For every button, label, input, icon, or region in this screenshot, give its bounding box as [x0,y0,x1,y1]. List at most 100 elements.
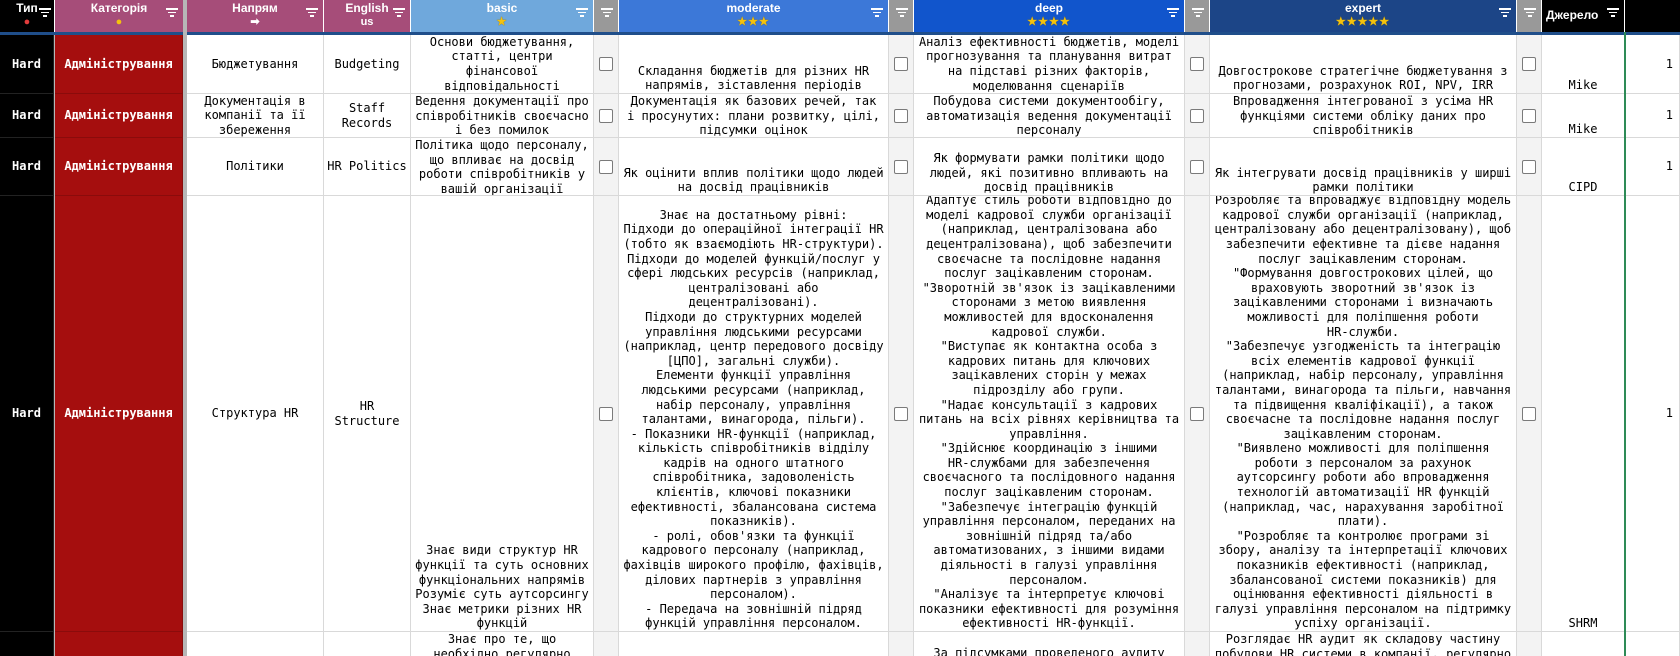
cell-expert[interactable]: Як інтегрувати досвід працівників у ширш… [1210,138,1517,196]
checkbox-cell[interactable] [1185,138,1210,196]
checkbox-cell[interactable] [889,94,914,138]
checkbox-cell[interactable] [889,35,914,94]
cell-english[interactable]: Staff Records [324,94,411,138]
header-english[interactable]: English us [324,0,410,32]
cell-english[interactable]: HR Structure [324,196,411,632]
cell-expert[interactable]: Розробляє та впроваджує відповідну модел… [1210,196,1517,632]
header-expert[interactable]: expert ★★★★★ [1210,0,1516,32]
checkbox[interactable] [894,57,908,71]
checkbox-cell[interactable] [889,196,914,632]
cell-category[interactable]: Адміністрування [55,35,183,94]
cell-english[interactable]: Budgeting [324,35,411,94]
cell-count[interactable]: 1 [1625,196,1680,632]
filter-icon[interactable] [601,8,613,18]
checkbox[interactable] [1522,406,1536,421]
checkbox-cell[interactable] [1517,35,1542,94]
cell-english[interactable] [324,632,411,656]
checkbox-cell[interactable] [1185,94,1210,138]
cell-moderate[interactable]: Складання бюджетів для різних HR напрямі… [619,35,889,94]
cell-basic[interactable]: Політика щодо персоналу, що впливає на д… [411,138,594,196]
cell-direction[interactable] [187,632,324,656]
cell-direction[interactable]: Структура HR [187,196,324,632]
checkbox-cell[interactable] [594,632,619,656]
header-moderate-check[interactable] [889,0,913,32]
cell-expert[interactable]: Довгострокове стратегічне бюджетування з… [1210,35,1517,94]
cell-basic[interactable]: Знає про те, що необхідно регулярно [411,632,594,656]
cell-expert[interactable]: Впровадження інтегрованої з усіма HR фун… [1210,94,1517,138]
checkbox[interactable] [1190,57,1204,71]
checkbox[interactable] [599,57,613,71]
filter-icon[interactable] [1524,8,1536,18]
cell-type[interactable]: Hard [0,196,54,632]
cell-moderate[interactable]: Документація як базових речей, так і про… [619,94,889,138]
checkbox[interactable] [1522,57,1536,71]
checkbox[interactable] [894,406,908,421]
checkbox[interactable] [1522,108,1536,123]
filter-icon[interactable] [1499,8,1511,18]
cell-category[interactable] [55,632,183,656]
cell-basic[interactable]: Знає види структур HR функції та суть ос… [411,196,594,632]
header-type[interactable]: Тип ● [0,0,54,32]
checkbox[interactable] [1190,159,1204,174]
cell-count[interactable]: 1 [1625,138,1680,196]
cell-count[interactable]: 1 [1625,94,1680,138]
header-moderate[interactable]: moderate ★★★ [619,0,888,32]
header-basic-check[interactable] [594,0,618,32]
cell-deep[interactable]: Адаптує стиль роботи відповідно до модел… [914,196,1185,632]
cell-direction[interactable]: Бюджетування [187,35,324,94]
cell-moderate[interactable]: Як оцінити вплив політики щодо людей на … [619,138,889,196]
checkbox[interactable] [599,159,613,174]
cell-source[interactable] [1542,632,1625,656]
checkbox[interactable] [1190,108,1204,123]
cell-source[interactable]: Mike [1542,35,1625,94]
checkbox-cell[interactable] [1185,35,1210,94]
cell-expert[interactable]: Розглядає HR аудит як складову частину п… [1210,632,1517,656]
filter-icon[interactable] [1607,8,1619,18]
checkbox[interactable] [599,108,613,123]
checkbox-cell[interactable] [594,35,619,94]
checkbox[interactable] [894,108,908,123]
checkbox-cell[interactable] [1517,94,1542,138]
cell-source[interactable]: CIPD [1542,138,1625,196]
checkbox[interactable] [599,406,613,421]
cell-moderate[interactable] [619,632,889,656]
cell-english[interactable]: HR Politics [324,138,411,196]
cell-moderate[interactable]: Знає на достатньому рівні: Підходи до оп… [619,196,889,632]
filter-icon[interactable] [1167,8,1179,18]
header-direction[interactable]: Напрям ➡ [187,0,323,32]
cell-type[interactable]: Hard [0,138,54,196]
header-category[interactable]: Категорія ● [55,0,183,32]
filter-icon[interactable] [871,8,883,18]
filter-icon[interactable] [896,8,908,18]
filter-icon[interactable] [306,8,318,18]
filter-icon[interactable] [1192,8,1204,18]
checkbox-cell[interactable] [1517,632,1542,656]
checkbox[interactable] [894,159,908,174]
cell-source[interactable]: Mike [1542,94,1625,138]
checkbox-cell[interactable] [889,632,914,656]
cell-count[interactable] [1625,632,1680,656]
cell-deep[interactable]: За підсумками проведеного аудиту [914,632,1185,656]
cell-deep[interactable]: Побудова системи документообігу, автомат… [914,94,1185,138]
cell-type[interactable] [0,632,54,656]
cell-direction[interactable]: Політики [187,138,324,196]
header-basic[interactable]: basic ★ [411,0,593,32]
checkbox-cell[interactable] [594,138,619,196]
checkbox[interactable] [1522,159,1536,174]
cell-direction[interactable]: Документація в компанії та її збереження [187,94,324,138]
checkbox-cell[interactable] [1517,196,1542,632]
cell-category[interactable]: Адміністрування [55,196,183,632]
checkbox-cell[interactable] [889,138,914,196]
checkbox[interactable] [1190,406,1204,421]
filter-icon[interactable] [166,8,178,18]
cell-deep[interactable]: Як формувати рамки політики щодо людей, … [914,138,1185,196]
cell-count[interactable]: 1 [1625,35,1680,94]
checkbox-cell[interactable] [594,196,619,632]
header-expert-check[interactable] [1517,0,1541,32]
filter-icon[interactable] [39,8,51,18]
cell-type[interactable]: Hard [0,35,54,94]
header-deep-check[interactable] [1185,0,1209,32]
cell-deep[interactable]: Аналіз ефективності бюджетів, моделі про… [914,35,1185,94]
cell-basic[interactable]: Основи бюджетування, статті, центри фіна… [411,35,594,94]
cell-category[interactable]: Адміністрування [55,94,183,138]
